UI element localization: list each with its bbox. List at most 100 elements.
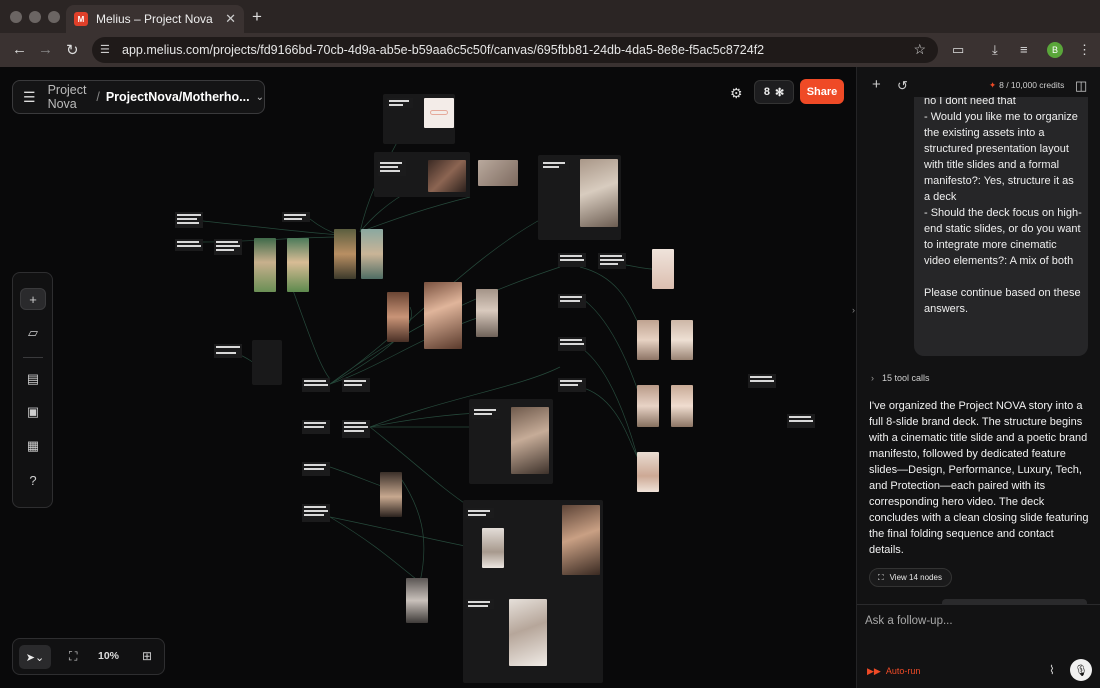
image-node-scene[interactable] — [361, 229, 383, 279]
text-note[interactable] — [541, 160, 569, 170]
forward-icon[interactable]: → — [38, 41, 53, 58]
profile-avatar[interactable]: B — [1047, 42, 1063, 58]
follow-up-input[interactable] — [865, 611, 1085, 631]
breadcrumb-canvas[interactable]: ProjectNova/Motherho... — [106, 90, 250, 104]
text-note[interactable] — [558, 253, 586, 267]
browser-menu-icon[interactable]: ⋮ — [1078, 42, 1091, 58]
url-text: app.melius.com/projects/fd9166bd-70cb-4d… — [122, 43, 765, 57]
flower-icon: ✻ — [774, 86, 785, 99]
sidebar-toggle-icon[interactable]: ◫ — [1075, 78, 1087, 94]
image-node-product[interactable] — [637, 320, 659, 360]
text-note[interactable] — [214, 239, 242, 255]
image-node-product[interactable] — [637, 452, 659, 492]
layout-icon[interactable]: ▦ — [20, 435, 46, 457]
text-note[interactable] — [302, 378, 330, 392]
browser-tab[interactable]: M Melius – Project Nova ✕ — [66, 5, 244, 33]
text-note[interactable] — [558, 337, 586, 351]
text-note[interactable] — [387, 98, 413, 108]
fit-view-icon[interactable]: ⛶ — [69, 649, 77, 664]
text-note[interactable] — [214, 344, 242, 358]
hamburger-menu-icon[interactable]: ☰ — [23, 89, 36, 106]
canvas-group-notes[interactable] — [252, 340, 282, 385]
site-settings-icon[interactable]: ☰ — [100, 43, 114, 57]
add-node-icon[interactable]: + — [20, 288, 46, 310]
text-note[interactable] — [748, 374, 776, 388]
minimap-icon[interactable]: ⊞ — [142, 649, 152, 663]
share-button[interactable]: Share — [800, 79, 844, 104]
sticky-note-icon[interactable]: ▱ — [20, 322, 46, 344]
history-icon[interactable]: ↺ — [897, 78, 908, 94]
project-breadcrumb[interactable]: ☰ Project Nova / ProjectNova/Motherho...… — [12, 80, 265, 114]
image-node-video[interactable] — [478, 160, 518, 186]
text-note[interactable] — [302, 420, 330, 434]
auto-run-toggle[interactable]: ▶▶ Auto-run — [867, 663, 920, 679]
image-node-copper[interactable] — [424, 282, 462, 349]
help-icon[interactable]: ? — [20, 469, 46, 491]
assistant-message-text: I've organized the Project NOVA story in… — [869, 400, 1089, 556]
text-note[interactable] — [342, 420, 370, 438]
image-node-scene[interactable] — [287, 238, 309, 292]
sliders-icon[interactable]: ⚙ — [730, 85, 743, 102]
bottom-toolbar: ➤⌄ ⛶ 10% ⊞ — [12, 638, 165, 675]
minimize-window-button[interactable] — [29, 11, 41, 23]
back-icon[interactable]: ← — [12, 41, 27, 58]
text-note[interactable] — [472, 407, 500, 419]
image-node-product[interactable] — [671, 385, 693, 427]
text-note[interactable] — [342, 378, 370, 392]
text-note[interactable] — [282, 212, 310, 222]
address-bar[interactable]: ☰ app.melius.com/projects/fd9166bd-70cb-… — [92, 37, 938, 63]
image-node-product[interactable] — [637, 385, 659, 427]
image-node-video[interactable] — [428, 160, 466, 192]
focus-icon: ⛶ — [878, 572, 884, 582]
text-note[interactable] — [175, 212, 203, 228]
microphone-icon[interactable]: 🎙 — [1070, 659, 1092, 681]
view-nodes-button[interactable]: ⛶ View 14 nodes — [869, 568, 952, 587]
select-tool-icon[interactable]: ➤⌄ — [19, 645, 51, 669]
image-node-closing[interactable] — [562, 505, 600, 575]
image-node-luxury[interactable] — [511, 407, 549, 474]
bookmark-star-icon[interactable]: ☆ — [913, 41, 926, 58]
cast-icon[interactable]: ▭ — [952, 42, 964, 58]
text-note[interactable] — [302, 462, 330, 476]
image-node-closing[interactable] — [509, 599, 547, 666]
canvas-area[interactable]: ☰ Project Nova / ProjectNova/Motherho...… — [0, 67, 856, 688]
maximize-window-button[interactable] — [48, 11, 60, 23]
attach-icon[interactable]: ⌇ — [1049, 663, 1055, 677]
tool-calls-toggle[interactable]: › 15 tool calls — [871, 373, 930, 383]
image-node-closing[interactable] — [482, 528, 504, 568]
image-node-product[interactable] — [652, 249, 674, 289]
image-node-video[interactable] — [380, 472, 402, 517]
text-note[interactable] — [558, 378, 586, 392]
text-note[interactable] — [466, 508, 494, 518]
image-node-copper[interactable] — [387, 292, 409, 342]
image-node-scene[interactable] — [254, 238, 276, 292]
image-search-icon[interactable]: ▣ — [20, 401, 46, 423]
image-node-scene[interactable] — [334, 229, 356, 279]
text-note[interactable] — [378, 160, 406, 176]
new-tab-button[interactable]: + — [252, 7, 262, 27]
zoom-level[interactable]: 10% — [98, 650, 119, 662]
image-node-title-slide[interactable] — [424, 98, 454, 128]
close-window-button[interactable] — [10, 11, 22, 23]
image-node-video[interactable] — [406, 578, 428, 623]
image-node-hero[interactable] — [580, 159, 618, 227]
text-note[interactable] — [558, 294, 586, 308]
text-note[interactable] — [175, 239, 203, 251]
text-note[interactable] — [466, 599, 494, 609]
image-node-product[interactable] — [671, 320, 693, 360]
document-icon[interactable]: ▤ — [20, 368, 46, 390]
text-note[interactable] — [598, 253, 626, 269]
new-chat-icon[interactable]: + — [872, 76, 881, 93]
breadcrumb-project[interactable]: Project Nova — [48, 83, 91, 111]
image-node-product[interactable] — [476, 289, 498, 337]
reload-icon[interactable]: ↻ — [66, 41, 79, 59]
node-count-chip[interactable]: 8 ✻ — [754, 80, 794, 104]
media-control-icon[interactable]: ≡ — [1020, 42, 1028, 57]
text-note[interactable] — [787, 414, 815, 428]
close-tab-icon[interactable]: ✕ — [225, 11, 236, 27]
download-icon[interactable]: ⤓ — [992, 42, 998, 58]
spark-icon: ✦ — [989, 80, 997, 90]
text-note[interactable] — [302, 504, 330, 522]
chevron-down-icon[interactable]: ⌄ — [256, 92, 264, 103]
user-message-bubble: no I dont need that - Would you like me … — [914, 97, 1088, 356]
